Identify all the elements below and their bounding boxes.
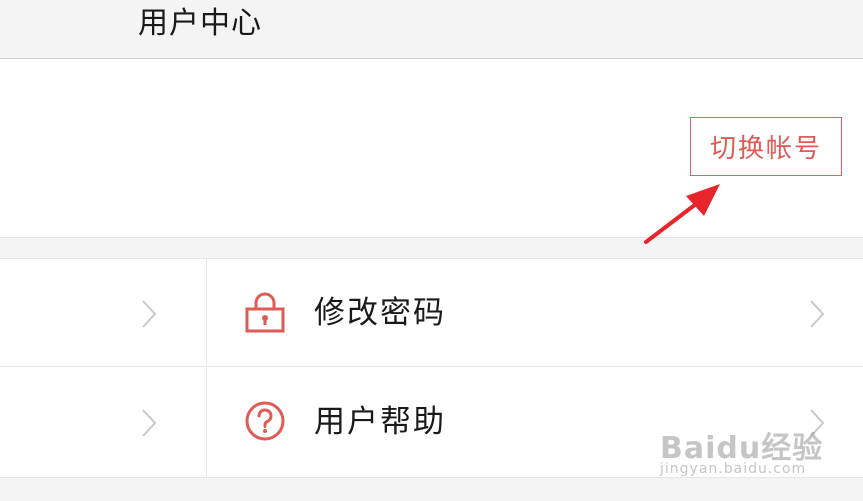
menu-cell-left-2[interactable] — [0, 368, 207, 476]
chevron-right-icon — [142, 300, 157, 328]
user-help-label: 用户帮助 — [314, 404, 446, 440]
switch-account-button[interactable]: 切换帐号 — [690, 117, 842, 176]
app-header: 用户中心 — [0, 0, 863, 59]
menu-cell-left-1[interactable] — [0, 259, 207, 367]
change-password-label: 修改密码 — [314, 295, 446, 331]
page-title: 用户中心 — [138, 6, 262, 41]
watermark: Baidu经验 jingyan.baidu.com — [660, 405, 830, 485]
watermark-url: jingyan.baidu.com — [660, 461, 807, 477]
chevron-right-icon — [810, 300, 825, 328]
help-icon — [245, 401, 285, 441]
chevron-right-icon — [142, 409, 157, 437]
lock-icon — [245, 292, 285, 333]
annotation-arrow-icon — [644, 184, 720, 244]
menu-item-change-password[interactable]: 修改密码 — [208, 259, 863, 367]
